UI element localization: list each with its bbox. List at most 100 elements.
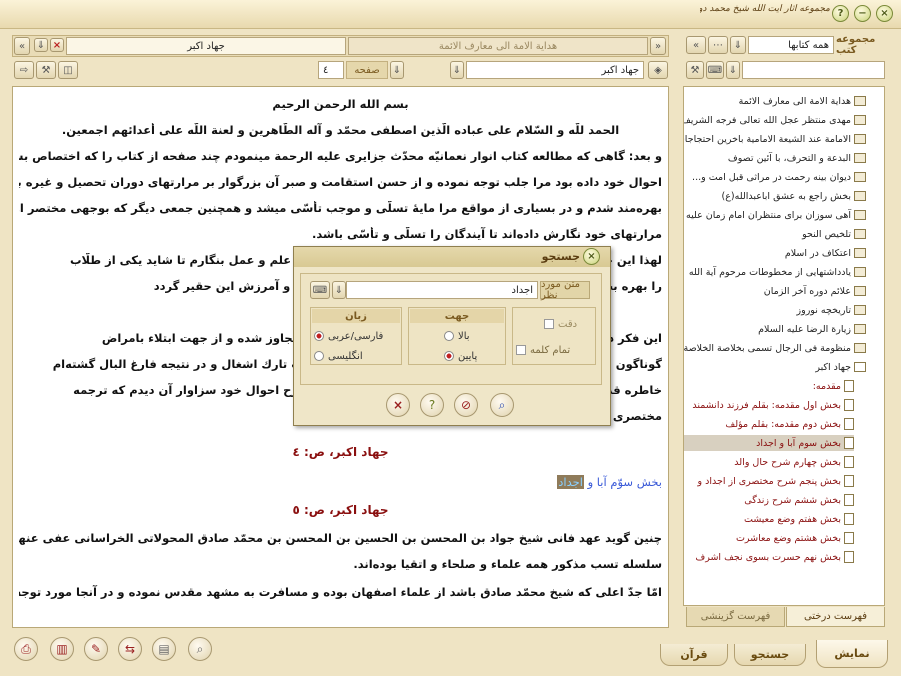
page-dropdown-icon[interactable]: ⇓ [390, 61, 404, 79]
sidebar-tab-tree[interactable]: فهرست درختى [786, 607, 885, 627]
book-icon [854, 324, 866, 334]
tree-book-item[interactable]: بخش راجع به عشق اباعبدالله(ع) [684, 188, 866, 204]
more-options-button[interactable]: ⋯ [708, 36, 728, 54]
current-book-tab[interactable]: جهاد اكبر [66, 37, 346, 55]
tree-section-item[interactable]: بخش هفتم وضع معيشت [684, 511, 854, 527]
tree-section-item[interactable]: بخش دوم مقدمه: بقلم مؤلف [684, 416, 854, 432]
book-tree[interactable]: هداية الامة الى معارف الائمة مهدى منتظر … [683, 86, 885, 606]
reader-tab-title[interactable]: هداية الامة الى معارف الائمة [348, 37, 648, 55]
export-icon[interactable]: ⇆ [118, 637, 142, 661]
tab-search[interactable]: جستجو [734, 644, 806, 666]
radio-icon [314, 351, 324, 361]
tree-book-item[interactable]: الامامة عند الشيعة الامامية باخرين احتجا… [684, 131, 866, 147]
dialog-search-icon[interactable]: ⌕ [490, 393, 514, 417]
sidebar-prev-button[interactable]: « [686, 36, 706, 54]
radio-selected-icon [444, 351, 454, 361]
direction-title: جهت [410, 309, 504, 323]
book-icon [854, 286, 866, 296]
whole-word-checkbox[interactable]: تمام كلمه [516, 343, 590, 357]
tree-book-item[interactable]: زيارة الرضا عليه السلام [684, 321, 866, 337]
dialog-title: جستجو [541, 250, 580, 263]
section-heading-prefix: بخش سوّم آبا و [587, 475, 662, 489]
tree-section-item[interactable]: بخش پنجم شرح مختصرى از اجداد و [684, 473, 854, 489]
search-history-dropdown-icon[interactable]: ⇓ [332, 281, 346, 299]
tree-book-item[interactable]: مهدى منتظر عجل الله تعالى فرجه الشريف [684, 112, 866, 128]
sidebar-header-label: مجموعه كتب [836, 34, 876, 56]
tree-book-item[interactable]: آهى سوزان براى منتظران امام زمان عليه ال… [684, 207, 866, 223]
direction-up-radio[interactable]: بالا [444, 329, 500, 343]
tree-section-item[interactable]: بخش ششم شرح زندگى [684, 492, 854, 508]
section-heading: بخش سوّم آبا و اجداد [19, 475, 662, 489]
dialog-help-icon[interactable]: ? [420, 393, 444, 417]
tab-display[interactable]: نمايش [816, 640, 888, 668]
tree-book-item[interactable]: هداية الامة الى معارف الائمة [684, 93, 866, 109]
prev-tab-button[interactable]: « [14, 37, 30, 55]
page-label: صفحه [346, 61, 388, 79]
page-reference: جهاد اكبر، ص: ٤ [292, 445, 389, 459]
doc-line: سلسله تسب مذكور همه علماء و صلحاء و اتقي… [353, 557, 662, 571]
page-number-field[interactable]: ٤ [318, 61, 344, 79]
page-icon [844, 494, 854, 506]
tree-section-item-selected[interactable]: بخش سوم آبا و اجداد [684, 435, 854, 451]
tree-section-item[interactable]: بخش نهم حسرت بسوى نجف اشرف [684, 549, 854, 565]
tree-book-item[interactable]: تلخيص النحو [684, 226, 866, 242]
direction-down-radio[interactable]: پايين [444, 349, 500, 363]
tag-icon[interactable]: ◈ [648, 61, 668, 79]
next-tab-button[interactable]: » [650, 37, 666, 55]
copy-icon[interactable]: ▤ [152, 637, 176, 661]
tree-book-item[interactable]: منظومة فى الرجال تسمى بخلاصة الخلاصة [684, 340, 866, 356]
note-icon[interactable]: ✎ [84, 637, 108, 661]
tree-section-item[interactable]: بخش هشتم وضع معاشرت [684, 530, 854, 546]
tree-book-item[interactable]: تاريخچه نوروز [684, 302, 866, 318]
settings-icon[interactable]: ⚒ [36, 61, 56, 79]
close-icon[interactable]: × [876, 5, 893, 22]
book-selector[interactable]: جهاد اكبر [466, 61, 644, 79]
radio-selected-icon [314, 331, 324, 341]
sidebar-search-input[interactable] [742, 61, 885, 79]
exact-checkbox[interactable]: دقت [544, 317, 590, 331]
book-filter-select[interactable]: همه كتابها [748, 36, 834, 54]
search-icon[interactable]: ⌕ [188, 637, 212, 661]
layout-icon[interactable]: ◫ [58, 61, 78, 79]
print-icon[interactable]: ⎙ [14, 637, 38, 661]
sidebar-search-dropdown-icon[interactable]: ⇓ [726, 61, 740, 79]
dialog-clear-icon[interactable]: ⊘ [454, 393, 478, 417]
language-fa-radio[interactable]: فارسى/عربى [314, 329, 398, 343]
book-icon [854, 96, 866, 106]
tree-section-item[interactable]: بخش اول مقدمه: بقلم فرزند دانشمند [684, 397, 854, 413]
search-dialog: جستجو × متن مورد نظر اجداد ⇓ ⌨ دقت تمام … [293, 246, 611, 426]
dialog-close-icon[interactable]: × [583, 248, 600, 265]
tree-book-item[interactable]: يادداشتهايى از مخطوطات مرحوم آية الله [684, 264, 866, 280]
page-icon [844, 475, 854, 487]
tree-section-item[interactable]: بخش چهارم شرح حال والد [684, 454, 854, 470]
tree-book-item[interactable]: البدعة و التحرف، با آئين تصوف [684, 150, 866, 166]
language-en-radio[interactable]: انگليسى [314, 349, 398, 363]
tree-book-item-open[interactable]: جهاد اكبر [684, 359, 866, 375]
help-icon[interactable]: ? [832, 5, 849, 22]
dialog-cancel-icon[interactable]: × [386, 393, 410, 417]
book-dropdown-icon[interactable]: ⇓ [450, 61, 464, 79]
tree-book-item[interactable]: اعتكاف در اسلام [684, 245, 866, 261]
filter-dropdown-icon[interactable]: ⇓ [730, 36, 746, 54]
dialog-keyboard-icon[interactable]: ⌨ [310, 281, 330, 299]
close-tab-icon[interactable]: × [50, 38, 64, 52]
next-page-button[interactable]: ⇨ [14, 61, 34, 79]
search-text-input[interactable]: اجداد [346, 281, 538, 299]
book-icon [854, 115, 866, 125]
book-icon [854, 153, 866, 163]
page-icon [844, 532, 854, 544]
tree-book-item[interactable]: ديوان بينه رحمت در مراثى قبل امت و... [684, 169, 866, 185]
sidebar-settings-icon[interactable]: ⚒ [686, 61, 704, 79]
tab-quran[interactable]: قرآن [660, 644, 728, 666]
book-icon [854, 305, 866, 315]
tree-section-item[interactable]: مقدمه: [684, 378, 854, 394]
app-logo-text: مجموعه آثار آیت الله شیخ محمد دولت آبادی [700, 4, 830, 14]
bookmark-icon[interactable]: ▥ [50, 637, 74, 661]
doc-line: احوال خود داده بود مرا جلب توجه نموده و … [19, 175, 662, 189]
minimize-icon[interactable]: − [854, 5, 871, 22]
tree-book-item[interactable]: علائم دوره آخر الزمان [684, 283, 866, 299]
title-bar: مجموعه آثار آیت الله شیخ محمد دولت آبادی… [0, 0, 901, 29]
tab-dropdown-icon[interactable]: ⇓ [34, 38, 48, 52]
sidebar-tab-search[interactable]: فهرست گزينشى [686, 607, 785, 627]
keyboard-icon[interactable]: ⌨ [706, 61, 724, 79]
